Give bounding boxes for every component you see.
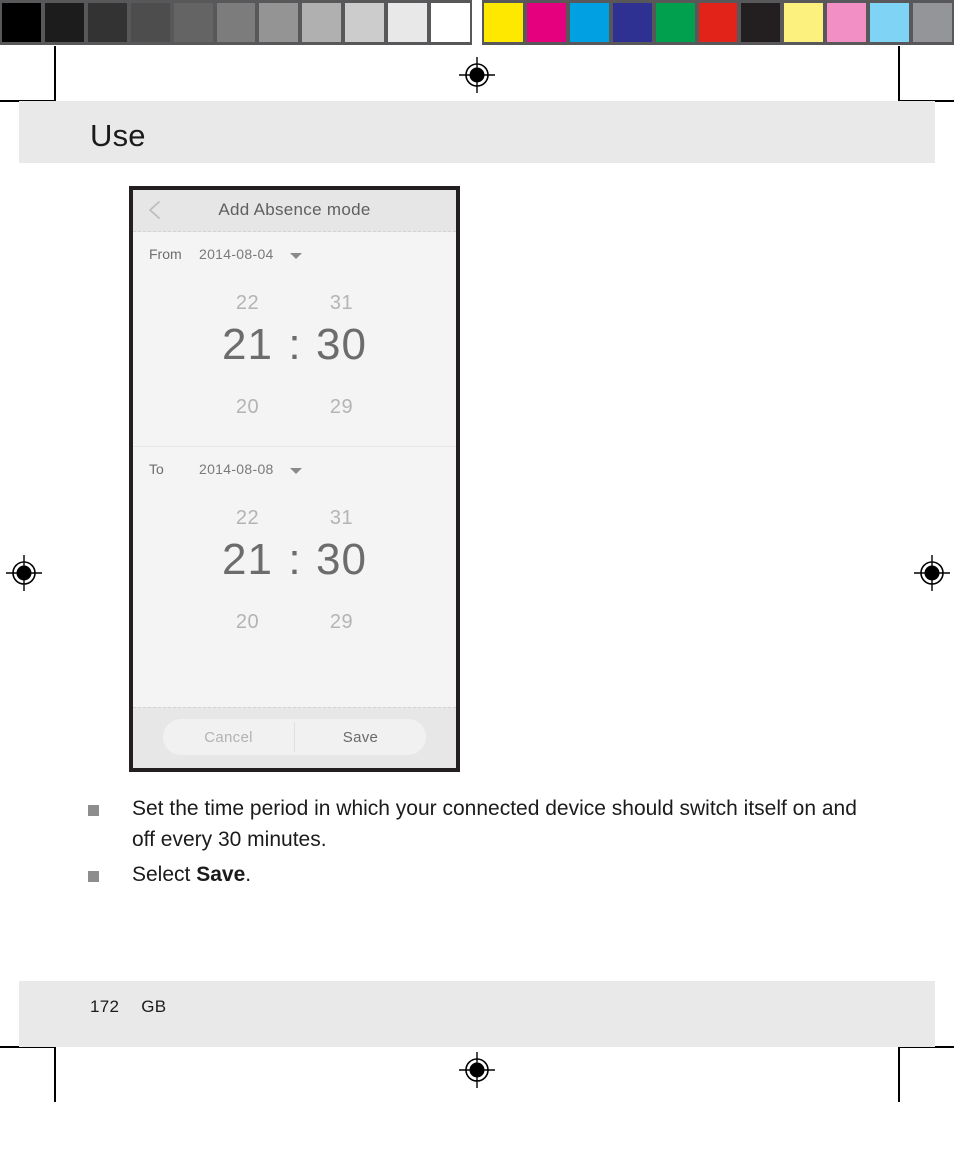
hour-selected[interactable]: 21 [211,323,285,367]
grayscale-patch-3 [130,3,170,42]
minute-selected[interactable]: 30 [305,323,379,367]
minute-below[interactable]: 29 [305,396,379,419]
page-number: 172 [90,997,120,1016]
caret-down-icon[interactable] [290,468,302,474]
color-patch-9 [870,3,910,42]
range-date-to[interactable]: 2014-08-08 [199,461,274,477]
color-patch-10 [913,3,952,42]
registration-target-icon [6,555,42,591]
time-picker-row-selected: 21 : 30 [133,538,456,582]
range-date-row-from: From 2014-08-04 [133,232,456,276]
minute-below[interactable]: 29 [305,611,379,634]
app-titlebar: Add Absence mode [133,190,456,232]
caret-down-icon[interactable] [290,253,302,259]
time-picker-row-below: 20 : 29 [133,396,456,419]
grayscale-patch-8 [345,3,385,42]
app-screenshot-figure: Add Absence mode From 2014-08-04 22 : 31… [129,186,460,772]
range-date-row-to: To 2014-08-08 [133,447,456,491]
grayscale-patch-9 [388,3,428,42]
page-title: Use [90,118,146,153]
color-patch-7 [784,3,824,42]
spacer: : [285,611,305,634]
list-item-text-before: Set the time period in which your connec… [132,797,857,851]
minute-selected[interactable]: 30 [305,538,379,582]
color-patch-5 [698,3,738,42]
color-patch-2 [569,3,609,42]
registration-target-right [914,555,950,591]
grayscale-patch-7 [302,3,342,42]
app-body: From 2014-08-04 22 : 31 21 : 30 20 : [133,232,456,661]
crop-mark-bottom-right [898,1046,954,1102]
range-block-to: To 2014-08-08 22 : 31 21 : 30 20 : [133,446,456,661]
list-item-text-after: . [245,863,252,886]
hour-below[interactable]: 20 [211,396,285,419]
grayscale-patch-0 [2,3,41,42]
app-footer: Cancel Save [133,707,456,768]
list-item-text: Set the time period in which your connec… [132,793,878,855]
color-patch-0 [484,3,523,42]
crop-mark-top-right [898,46,954,102]
grayscale-patch-5 [216,3,256,42]
crop-mark-top-left [0,46,56,102]
cancel-button[interactable]: Cancel [163,719,294,755]
grayscale-patch-2 [87,3,127,42]
spacer: : [285,507,305,530]
color-patch-1 [526,3,566,42]
instruction-list: Set the time period in which your connec… [88,793,878,894]
grayscale-patch-10 [431,3,470,42]
app-title: Add Absence mode [218,200,371,219]
list-item-text-bold: Save [196,863,246,886]
color-patch-3 [612,3,652,42]
time-separator: : [288,320,301,369]
registration-target-left [6,555,42,591]
page-language-code: GB [141,997,167,1016]
range-date-from[interactable]: 2014-08-04 [199,246,274,262]
list-item-text-before: Select [132,863,197,886]
time-picker-from[interactable]: 22 : 31 21 : 30 20 : 29 [133,276,456,446]
grayscale-calibration-bar [0,0,472,45]
list-item: Select Save. [88,859,878,890]
grayscale-patch-6 [259,3,299,42]
time-separator: : [288,535,301,584]
spacer: : [285,292,305,315]
time-picker-row-above: 22 : 31 [133,292,456,315]
color-patch-6 [741,3,781,42]
page-footer: 172 GB [90,997,166,1017]
time-picker-row-selected: 21 : 30 [133,323,456,367]
time-picker-row-below: 20 : 29 [133,611,456,634]
list-item: Set the time period in which your connec… [88,793,878,855]
registration-target-icon [459,57,495,93]
grayscale-patch-4 [173,3,213,42]
range-label-to: To [149,461,164,477]
registration-target-icon [459,1052,495,1088]
action-button-group: Cancel Save [163,719,426,755]
list-item-text: Select Save. [132,859,878,890]
grayscale-patch-1 [44,3,84,42]
range-block-from: From 2014-08-04 22 : 31 21 : 30 20 : [133,232,456,446]
time-picker-row-above: 22 : 31 [133,507,456,530]
crop-mark-bottom-left [0,1046,56,1102]
print-calibration-strip [0,0,954,45]
page-header-band [19,101,935,163]
square-bullet-icon [88,805,99,816]
hour-selected[interactable]: 21 [211,538,285,582]
hour-below[interactable]: 20 [211,611,285,634]
range-label-from: From [149,246,182,262]
color-calibration-bar [482,0,954,45]
color-patch-4 [655,3,695,42]
spacer: : [285,396,305,419]
save-button[interactable]: Save [295,719,426,755]
minute-above[interactable]: 31 [305,292,379,315]
registration-target-bottom [459,1052,495,1088]
registration-target-icon [914,555,950,591]
minute-above[interactable]: 31 [305,507,379,530]
square-bullet-icon [88,871,99,882]
time-picker-to[interactable]: 22 : 31 21 : 30 20 : 29 [133,491,456,661]
hour-above[interactable]: 22 [211,507,285,530]
hour-above[interactable]: 22 [211,292,285,315]
registration-target-top [459,57,495,93]
color-patch-8 [827,3,867,42]
